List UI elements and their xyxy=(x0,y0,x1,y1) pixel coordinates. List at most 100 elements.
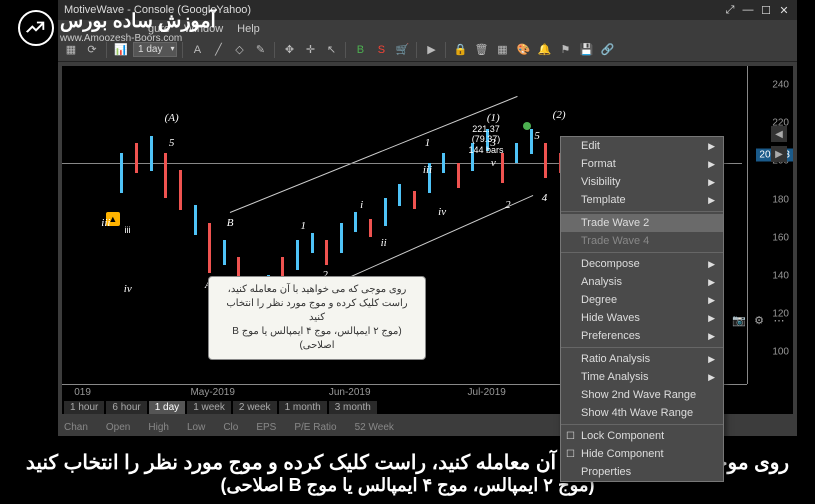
palette-icon[interactable]: 🎨 xyxy=(514,41,532,59)
tf-3month[interactable]: 3 month xyxy=(329,401,377,414)
wave-label: 5 xyxy=(534,130,540,142)
status-eps: EPS xyxy=(256,422,276,433)
timeframe-row: 1 hour 6 hour 1 day 1 week 2 week 1 mont… xyxy=(64,401,377,414)
menu-item-visibility[interactable]: Visibility▶ xyxy=(561,173,723,191)
maximize-icon[interactable]: ☐ xyxy=(759,3,773,17)
context-menu: Edit▶Format▶Visibility▶Template▶ Trade Wa… xyxy=(560,136,724,482)
ytick: 240 xyxy=(772,80,789,91)
menu-help[interactable]: Help xyxy=(237,23,260,35)
wave-label: 1 xyxy=(425,137,431,149)
peak-price: 221.37 xyxy=(472,124,500,134)
minimize-icon[interactable]: — xyxy=(741,3,755,17)
grid-icon[interactable]: ▦ xyxy=(493,41,511,59)
tf-1week[interactable]: 1 week xyxy=(187,401,231,414)
replay-icon[interactable]: ▶ xyxy=(422,41,440,59)
trend-line-upper xyxy=(230,96,518,213)
tf-1hour[interactable]: 1 hour xyxy=(64,401,104,414)
settings-icon[interactable]: ⚙ xyxy=(751,312,767,328)
menu-item-ratio-analysis[interactable]: Ratio Analysis▶ xyxy=(561,350,723,368)
wave-label: v xyxy=(491,157,496,169)
menu-item-show-4th-wave-range[interactable]: Show 4th Wave Range xyxy=(561,404,723,422)
draw-tool-icon[interactable]: ✎ xyxy=(251,41,269,59)
xtick: 019 xyxy=(74,387,91,398)
xtick: Jul-2019 xyxy=(468,387,506,398)
menu-item-trade-wave-2[interactable]: Trade Wave 2 xyxy=(561,214,723,232)
menu-item-show-2nd-wave-range[interactable]: Show 2nd Wave Range xyxy=(561,386,723,404)
flag-icon[interactable]: ⚑ xyxy=(556,41,574,59)
wave-label: i xyxy=(360,199,363,211)
wave-label: (A) xyxy=(165,112,179,124)
status-low: Low xyxy=(187,422,205,433)
menu-item-lock-component[interactable]: Lock Component☐ xyxy=(561,427,723,445)
wave-label: iv xyxy=(124,283,132,295)
menu-item-hide-component[interactable]: Hide Component☐ xyxy=(561,445,723,463)
menu-item-time-analysis[interactable]: Time Analysis▶ xyxy=(561,368,723,386)
wave-label: 1 xyxy=(300,220,306,232)
pan-icon[interactable]: ✥ xyxy=(280,41,298,59)
status-high: High xyxy=(148,422,169,433)
ytick: 160 xyxy=(772,232,789,243)
menu-item-properties[interactable]: Properties xyxy=(561,463,723,481)
menu-item-edit[interactable]: Edit▶ xyxy=(561,137,723,155)
callout-line2: راست کلیک کرده و موج مورد نظر را انتخاب … xyxy=(217,297,417,325)
wave-label: 2 xyxy=(505,199,511,211)
brand-logo-icon xyxy=(18,10,54,46)
right-tool-icons: ◀ ▶ xyxy=(771,126,787,162)
marker-icon: iii xyxy=(120,223,134,237)
shape-tool-icon[interactable]: ◇ xyxy=(230,41,248,59)
tf-1day[interactable]: 1 day xyxy=(149,401,185,414)
menu-item-preferences[interactable]: Preferences▶ xyxy=(561,327,723,345)
status-chan: Chan xyxy=(64,422,88,433)
callout-line3: (موج ۲ ایمپالس، موج ۴ ایمپالس یا موج B ا… xyxy=(217,325,417,353)
wave-label: (2) xyxy=(553,109,566,121)
scroll-right-icon[interactable]: ▶ xyxy=(771,146,787,162)
alert-icon[interactable]: 🔔 xyxy=(535,41,553,59)
save-icon[interactable]: 💾 xyxy=(577,41,595,59)
status-close: Clo xyxy=(223,422,238,433)
camera-icon[interactable]: 📷 xyxy=(731,312,747,328)
crosshair-icon[interactable]: ✛ xyxy=(301,41,319,59)
menu-item-degree[interactable]: Degree▶ xyxy=(561,291,723,309)
trash-icon[interactable]: 🗑 xyxy=(472,41,490,59)
scroll-left-icon[interactable]: ◀ xyxy=(771,126,787,142)
link-icon[interactable]: 🔗 xyxy=(598,41,616,59)
buy-icon[interactable]: B xyxy=(351,41,369,59)
status-pe: P/E Ratio xyxy=(294,422,336,433)
wave-label: iii xyxy=(423,164,432,176)
close-icon[interactable]: ✕ xyxy=(777,3,791,17)
ytick: 100 xyxy=(772,347,789,358)
brand-name: آموزش ساده بورس xyxy=(60,12,216,33)
wave-label: (1) xyxy=(487,112,500,124)
wave-label: 4 xyxy=(542,192,548,204)
tf-2week[interactable]: 2 week xyxy=(233,401,277,414)
collapse-icon[interactable]: ⤢ xyxy=(723,3,737,17)
tf-1month[interactable]: 1 month xyxy=(279,401,327,414)
tf-6hour[interactable]: 6 hour xyxy=(106,401,146,414)
menu-item-format[interactable]: Format▶ xyxy=(561,155,723,173)
ytick: 140 xyxy=(772,270,789,281)
sell-icon[interactable]: S xyxy=(372,41,390,59)
wave-label: 5 xyxy=(169,137,175,149)
peak-bars: 144 bars xyxy=(468,145,503,155)
pointer-icon[interactable]: ↖ xyxy=(322,41,340,59)
brand-watermark: آموزش ساده بورس www.Amoozesh-Boors.com xyxy=(18,10,216,46)
wave-label: 3 xyxy=(491,137,497,149)
wave-label: B xyxy=(227,217,234,229)
peak-marker-icon xyxy=(523,122,531,130)
brand-url: www.Amoozesh-Boors.com xyxy=(60,33,216,44)
lock-icon[interactable]: 🔒 xyxy=(451,41,469,59)
cart-icon[interactable]: 🛒 xyxy=(393,41,411,59)
menu-item-template[interactable]: Template▶ xyxy=(561,191,723,209)
xtick: May-2019 xyxy=(190,387,234,398)
wave-label: iv xyxy=(438,206,446,218)
wave-label: iii xyxy=(101,217,110,229)
menu-item-decompose[interactable]: Decompose▶ xyxy=(561,255,723,273)
more-icon[interactable]: ⋯ xyxy=(771,312,787,328)
menu-item-hide-waves[interactable]: Hide Waves▶ xyxy=(561,309,723,327)
menu-item-analysis[interactable]: Analysis▶ xyxy=(561,273,723,291)
ytick: 180 xyxy=(772,194,789,205)
wave-label: ii xyxy=(381,237,387,249)
xtick: Jun-2019 xyxy=(329,387,371,398)
y-axis: 100 120 140 160 180 200 220 240 203.43 xyxy=(747,66,793,384)
status-52w: 52 Week xyxy=(355,422,394,433)
